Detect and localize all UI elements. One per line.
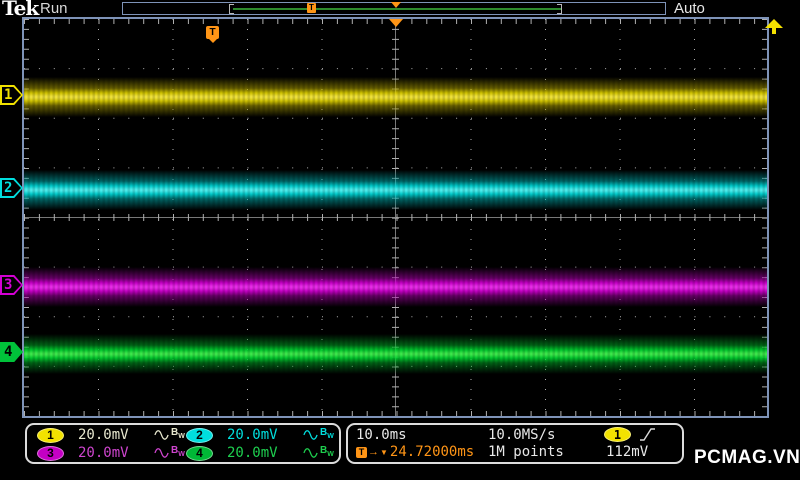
trigger-source-cell: 1 bbox=[604, 427, 676, 443]
acquisition-window-line bbox=[233, 8, 561, 10]
trigger-t-icon: T bbox=[356, 446, 367, 458]
arrow-head bbox=[765, 19, 783, 28]
channel4-badge[interactable]: 4 bbox=[186, 445, 213, 461]
window-bracket-right-icon bbox=[557, 4, 562, 14]
channel1-position-marker[interactable]: 1 bbox=[0, 85, 23, 105]
time-per-div: 10.0ms bbox=[356, 426, 407, 443]
channel3-position-marker[interactable]: 3 bbox=[0, 275, 23, 295]
rising-edge-icon bbox=[640, 428, 655, 441]
trigger-position-cell: T → ▼ 24.72000ms bbox=[356, 444, 488, 460]
bandwidth-limit-icon: BW bbox=[320, 427, 334, 441]
trigger-mode-label: Auto bbox=[674, 0, 705, 17]
channel4-scale: 20.0mV bbox=[227, 445, 278, 461]
trigger-time-flag-icon[interactable]: T bbox=[206, 26, 219, 43]
channel1-readout: 1 20.0mV BW bbox=[37, 426, 186, 444]
ac-coupling-icon bbox=[154, 430, 169, 440]
acquisition-preview-bar[interactable]: T bbox=[122, 2, 666, 15]
sample-rate: 10.0MS/s bbox=[488, 426, 556, 443]
trigger-flag-icon[interactable]: T bbox=[307, 3, 316, 13]
trigger-position-triangle-icon[interactable] bbox=[389, 19, 403, 27]
window-bracket-left-icon bbox=[229, 4, 234, 14]
channel1-indicators: BW bbox=[154, 428, 185, 442]
marker-label: 1 bbox=[4, 87, 13, 103]
trigger-position-value: 24.72000ms bbox=[389, 444, 475, 461]
watermark: PCMAG.VN bbox=[694, 447, 800, 468]
channel4-indicators: BW bbox=[303, 446, 334, 460]
horizontal-trigger-readout-box: 10.0ms 10.0MS/s 1 T → ▼ 24.72000ms 1M po… bbox=[346, 423, 684, 464]
channel3-indicators: BW bbox=[154, 446, 185, 460]
ac-coupling-icon bbox=[303, 430, 318, 440]
record-length: 1M points bbox=[488, 444, 564, 461]
waveform-channel1 bbox=[24, 77, 767, 117]
trigger-level-value: 112mV bbox=[606, 444, 649, 461]
graticule: T bbox=[22, 17, 783, 418]
channel3-scale: 20.0mV bbox=[78, 445, 129, 461]
channel4-position-marker[interactable]: 4 bbox=[0, 342, 23, 362]
channel1-scale: 20.0mV bbox=[78, 427, 129, 443]
channel2-readout: 2 20.0mV BW bbox=[186, 426, 335, 444]
channel2-scale: 20.0mV bbox=[227, 427, 278, 443]
bandwidth-limit-icon: BW bbox=[171, 445, 185, 459]
channel4-readout: 4 20.0mV BW bbox=[186, 444, 335, 462]
bandwidth-limit-icon: BW bbox=[320, 445, 334, 459]
marker-label: 4 bbox=[4, 344, 13, 360]
acquisition-status: Run bbox=[40, 0, 68, 17]
trigger-source-badge[interactable]: 1 bbox=[604, 427, 631, 443]
bandwidth-limit-icon: BW bbox=[171, 427, 185, 441]
ac-coupling-icon bbox=[303, 448, 318, 458]
channel2-position-marker[interactable]: 2 bbox=[0, 178, 23, 198]
waveform-channel2 bbox=[24, 170, 767, 210]
waveform-channel4 bbox=[24, 334, 767, 374]
channel2-indicators: BW bbox=[303, 428, 334, 442]
triangle-down-icon: ▼ bbox=[380, 447, 388, 457]
arrow-stem bbox=[772, 28, 776, 34]
channel1-badge[interactable]: 1 bbox=[37, 427, 64, 443]
trigger-level-arrow-icon[interactable] bbox=[764, 19, 784, 34]
expansion-point-triangle-icon bbox=[391, 2, 401, 8]
arrow-right-icon: → bbox=[368, 445, 379, 458]
waveform-channel3 bbox=[24, 267, 767, 307]
marker-label: 3 bbox=[4, 277, 13, 293]
channel3-readout: 3 20.0mV BW bbox=[37, 444, 186, 462]
oscilloscope-screen: Tek Run T Auto T 1 2 3 4 1 20.0mV BW 2 2… bbox=[0, 0, 800, 480]
channel2-badge[interactable]: 2 bbox=[186, 427, 213, 443]
channel-readout-box: 1 20.0mV BW 2 20.0mV BW 3 20.0mV BW 4 20… bbox=[25, 423, 341, 464]
channel3-badge[interactable]: 3 bbox=[37, 445, 64, 461]
marker-label: 2 bbox=[4, 180, 13, 196]
ac-coupling-icon bbox=[154, 448, 169, 458]
